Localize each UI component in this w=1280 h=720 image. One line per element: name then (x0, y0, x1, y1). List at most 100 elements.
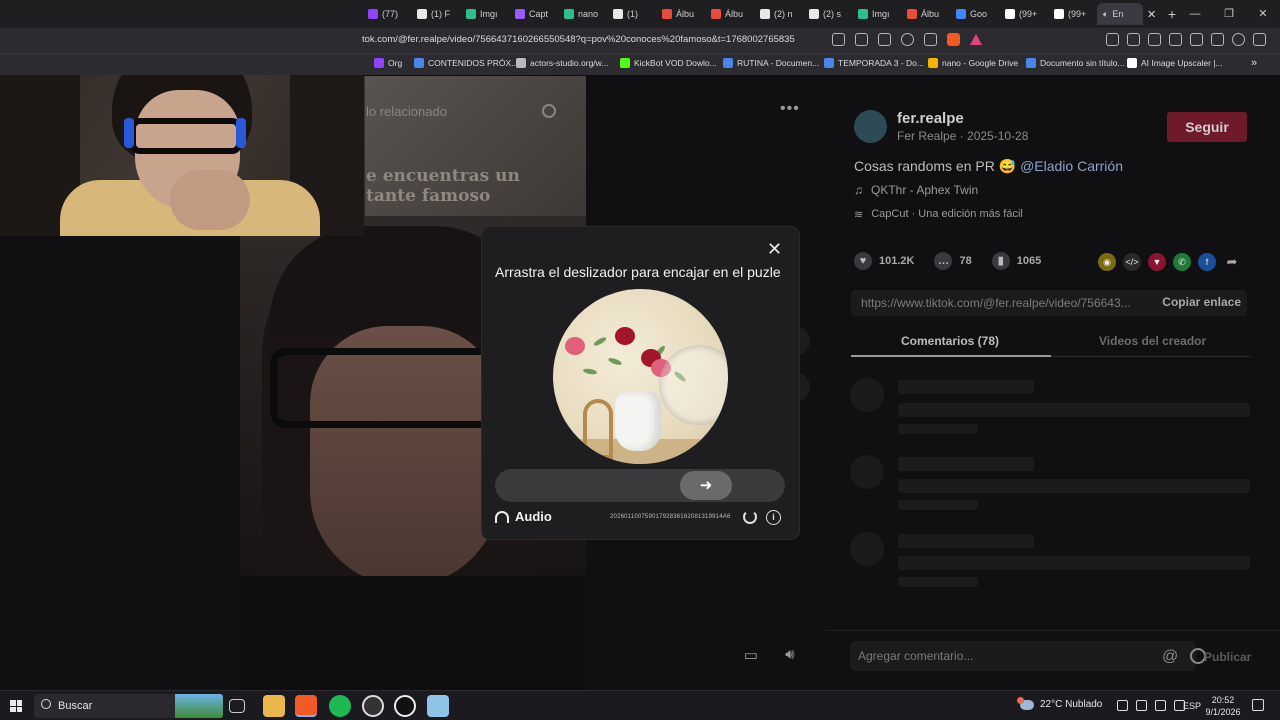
browser-tab[interactable]: (1) F (411, 3, 460, 25)
clock[interactable]: 20:52 9/1/2026 (1205, 694, 1241, 718)
bookmark-icon[interactable]: ▮ (991, 252, 1010, 270)
browser-tab[interactable]: (77) (362, 3, 411, 25)
chevron-up-icon[interactable] (1117, 700, 1128, 711)
copy-link-button[interactable]: Copiar enlace (1162, 295, 1241, 309)
browser-tab[interactable]: Álbu (901, 3, 950, 25)
browser-tab[interactable]: (99+ (999, 3, 1048, 25)
whatsapp-icon[interactable]: ✆ (1173, 253, 1191, 271)
sidebar-icon[interactable] (1169, 33, 1182, 46)
browser-tab[interactable]: Álbu (656, 3, 705, 25)
heart-icon[interactable]: ♥ (854, 252, 872, 270)
weather-widget[interactable]: 22°C Nublado (1017, 696, 1102, 710)
speaker-tray-icon[interactable] (1136, 700, 1147, 711)
audio-button[interactable]: Audio (495, 509, 552, 524)
reader-mode-icon[interactable] (832, 33, 845, 46)
info-icon[interactable]: i (766, 510, 781, 525)
tab-active[interactable]: 🔈︎ En (1097, 3, 1143, 25)
media-icon[interactable] (1148, 33, 1161, 46)
wallet-icon[interactable] (1190, 33, 1203, 46)
browser-tab[interactable]: (1) (607, 3, 656, 25)
close-window-icon[interactable]: ✕ (1246, 0, 1280, 28)
slider-handle[interactable]: ➜ (680, 471, 732, 500)
vpn-icon[interactable] (1232, 33, 1245, 46)
obs-icon[interactable] (362, 695, 384, 717)
send-icon[interactable]: ▼ (1148, 253, 1166, 271)
maximize-icon[interactable]: ❐ (1212, 0, 1246, 28)
translate-icon[interactable] (878, 33, 891, 46)
bookmark-item[interactable]: RUTINA - Documen... (723, 58, 819, 68)
browser-tab[interactable]: (2) s (803, 3, 852, 25)
picture-in-picture-icon[interactable]: ▭ (738, 646, 764, 670)
browser-tab[interactable]: (2) n (754, 3, 803, 25)
bookmark-item[interactable]: Documento sin título... (1026, 58, 1125, 68)
spotify-icon[interactable] (329, 695, 351, 717)
notification-icon[interactable] (1252, 699, 1264, 711)
share-page-icon[interactable] (924, 33, 937, 46)
notepad-icon[interactable] (427, 695, 449, 717)
leo-ai-icon[interactable] (1211, 33, 1224, 46)
close-icon[interactable]: ✕ (767, 240, 782, 258)
facebook-icon[interactable]: f (1198, 253, 1216, 271)
bookmark-item[interactable]: nano - Google Drive (928, 58, 1018, 68)
bookmark-item[interactable]: Org (374, 58, 402, 68)
mention-link[interactable]: @Eladio Carrión (1020, 158, 1123, 174)
more-bookmarks-icon[interactable]: » (1251, 57, 1257, 69)
brave-shields-icon[interactable] (947, 33, 960, 46)
zoom-icon[interactable] (901, 33, 914, 46)
bookmark-item[interactable]: KickBot VOD Dowlo... (620, 58, 717, 68)
capcut-label[interactable]: CapCut · Una edición más fácil (871, 208, 1023, 221)
browser-tab[interactable]: (99+ (1048, 3, 1097, 25)
brave-rewards-icon[interactable] (970, 34, 982, 45)
music-info[interactable]: ♫ QKThr - Aphex Twin (854, 183, 978, 197)
embed-icon[interactable]: </> (1123, 253, 1141, 271)
comment-icon[interactable]: … (934, 252, 953, 270)
music-title[interactable]: QKThr - Aphex Twin (871, 183, 978, 197)
network-icon[interactable] (1155, 700, 1166, 711)
follow-button[interactable]: Seguir (1167, 112, 1247, 142)
capcut-taskbar-icon[interactable] (394, 695, 416, 717)
browser-tab[interactable]: Imgı (460, 3, 509, 25)
extensions-icon[interactable] (1106, 33, 1119, 46)
creator-avatar[interactable] (854, 110, 887, 143)
language-indicator[interactable]: ESP (1183, 701, 1201, 711)
bookmark-item[interactable]: actors-studio.org/w... (516, 58, 608, 68)
mention-icon[interactable]: @ (1162, 648, 1178, 666)
repost-icon[interactable]: ◉ (1098, 253, 1116, 271)
screenshot-icon[interactable] (1127, 33, 1140, 46)
search-icon[interactable] (542, 104, 556, 118)
windows-start-icon[interactable] (10, 700, 22, 712)
refresh-icon[interactable] (743, 510, 757, 524)
share-arrow-icon[interactable]: ➦ (1223, 253, 1241, 271)
browser-tab[interactable]: Imgı (852, 3, 901, 25)
browser-tab[interactable]: Álbu (705, 3, 754, 25)
browser-tab[interactable]: nano (558, 3, 607, 25)
file-explorer-icon[interactable] (263, 695, 285, 717)
cast-icon[interactable] (855, 33, 868, 46)
save-stat[interactable]: ▮ 1065 (991, 252, 1041, 270)
capcut-info[interactable]: ≋ CapCut · Una edición más fácil (854, 208, 1023, 221)
volume-icon[interactable]: 🔊︎ (777, 646, 803, 670)
post-comment-button[interactable]: Publicar (1204, 650, 1251, 664)
tab-comments[interactable]: Comentarios (78) (901, 334, 999, 348)
tab-creator-videos[interactable]: Videos del creador (1099, 334, 1206, 348)
more-options-icon[interactable]: ••• (780, 100, 800, 118)
brave-browser-icon[interactable] (295, 695, 317, 717)
menu-icon[interactable] (1253, 33, 1266, 46)
browser-tab[interactable]: Capt (509, 3, 558, 25)
slider-track[interactable]: ➜ (495, 469, 785, 502)
related-search-label[interactable]: lo relacionado (366, 104, 447, 119)
minimize-icon[interactable]: — (1178, 0, 1212, 28)
comment-stat[interactable]: … 78 (934, 252, 972, 270)
share-link-url[interactable]: https://www.tiktok.com/@fer.realpe/video… (861, 296, 1131, 310)
bookmark-item[interactable]: TEMPORADA 3 - Do... (824, 58, 924, 68)
url-field[interactable]: tok.com/@fer.realpe/video/75664371602665… (362, 34, 795, 45)
like-stat[interactable]: ♥ 101.2K (854, 252, 914, 270)
bookmark-item[interactable]: CONTENIDOS PRÓX... (414, 58, 518, 68)
taskbar-search[interactable]: Buscar (34, 694, 223, 718)
task-view-icon[interactable] (229, 699, 245, 713)
creator-username[interactable]: fer.realpe (897, 110, 964, 127)
close-tab-icon[interactable]: ✕ (1147, 8, 1161, 21)
bookmark-item[interactable]: AI Image Upscaler |... (1127, 58, 1223, 68)
browser-tab[interactable]: Goo (950, 3, 999, 25)
comment-input[interactable]: Agregar comentario... @ (850, 641, 1206, 671)
